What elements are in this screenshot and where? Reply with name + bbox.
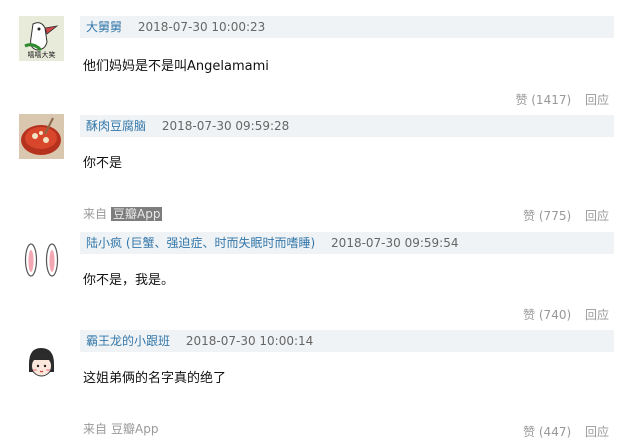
comment-footer: 来自 豆瓣App 赞 (775) 回应 [0, 205, 640, 223]
author-link[interactable]: 酥肉豆腐脑 [86, 119, 146, 133]
comment-footer: 赞 (740) 回应 [0, 306, 640, 324]
comment-time: 2018-07-30 10:00:14 [185, 334, 314, 348]
avatar[interactable] [19, 114, 64, 159]
comment-time: 2018-07-30 09:59:28 [161, 119, 290, 133]
source-app-link[interactable]: 豆瓣App [111, 422, 158, 436]
avatar[interactable]: 嘻嘻大笑 [19, 16, 64, 61]
comment-item: 陆小疯 (巨蟹、强迫症、时而失眠时而嗜睡) 2018-07-30 09:59:5… [0, 228, 640, 328]
like-button[interactable]: 赞 (1417) [515, 93, 571, 107]
author-signature: (巨蟹、强迫症、时而失眠时而嗜睡) [125, 236, 316, 250]
reply-button[interactable]: 回应 [585, 425, 609, 439]
comment-item: 霸王龙的小跟班 2018-07-30 10:00:14 这姐弟俩的名字真的绝了 … [0, 328, 640, 443]
girl-face-avatar-icon [19, 340, 64, 385]
comment-header: 霸王龙的小跟班 2018-07-30 10:00:14 [80, 330, 614, 352]
source-label: 来自 [83, 207, 108, 221]
comment-text: 他们妈妈是不是叫Angelamami [83, 59, 269, 74]
comment-footer: 来自 豆瓣App 赞 (447) 回应 [0, 420, 640, 439]
comment-item: 嘻嘻大笑 大舅舅 2018-07-30 10:00:23 他们妈妈是不是叫Ang… [0, 0, 640, 110]
comment-header: 酥肉豆腐脑 2018-07-30 09:59:28 [80, 115, 614, 137]
comment-item: 酥肉豆腐脑 2018-07-30 09:59:28 你不是 来自 豆瓣App 赞 … [0, 110, 640, 228]
author-link[interactable]: 大舅舅 [86, 20, 122, 34]
avatar-caption: 嘻嘻大笑 [27, 51, 56, 59]
food-bowl-avatar-icon [19, 114, 64, 159]
avatar[interactable] [19, 240, 64, 285]
reply-button[interactable]: 回应 [585, 209, 609, 223]
comment-header: 陆小疯 (巨蟹、强迫症、时而失眠时而嗜睡) 2018-07-30 09:59:5… [80, 232, 614, 254]
source-app-link[interactable]: 豆瓣App [111, 207, 163, 221]
comment-header: 大舅舅 2018-07-30 10:00:23 [80, 16, 614, 38]
reply-button[interactable]: 回应 [585, 308, 609, 322]
comment-text: 这姐弟俩的名字真的绝了 [83, 371, 227, 386]
comment-footer: 赞 (1417) 回应 [0, 91, 640, 109]
comment-text: 你不是 [83, 156, 123, 171]
rabbit-ears-avatar-icon [19, 240, 64, 285]
comment-time: 2018-07-30 09:59:54 [331, 236, 459, 250]
comment-text: 你不是，我是。 [83, 273, 175, 288]
avatar[interactable] [19, 340, 64, 385]
source-label: 来自 [83, 422, 108, 436]
comment-time: 2018-07-30 10:00:23 [137, 20, 266, 34]
reply-button[interactable]: 回应 [585, 93, 609, 107]
like-button[interactable]: 赞 (775) [523, 209, 571, 223]
author-link[interactable]: 霸王龙的小跟班 [86, 334, 170, 348]
author-link[interactable]: 陆小疯 [86, 236, 122, 250]
like-button[interactable]: 赞 (447) [523, 425, 571, 439]
like-button[interactable]: 赞 (740) [523, 308, 571, 322]
